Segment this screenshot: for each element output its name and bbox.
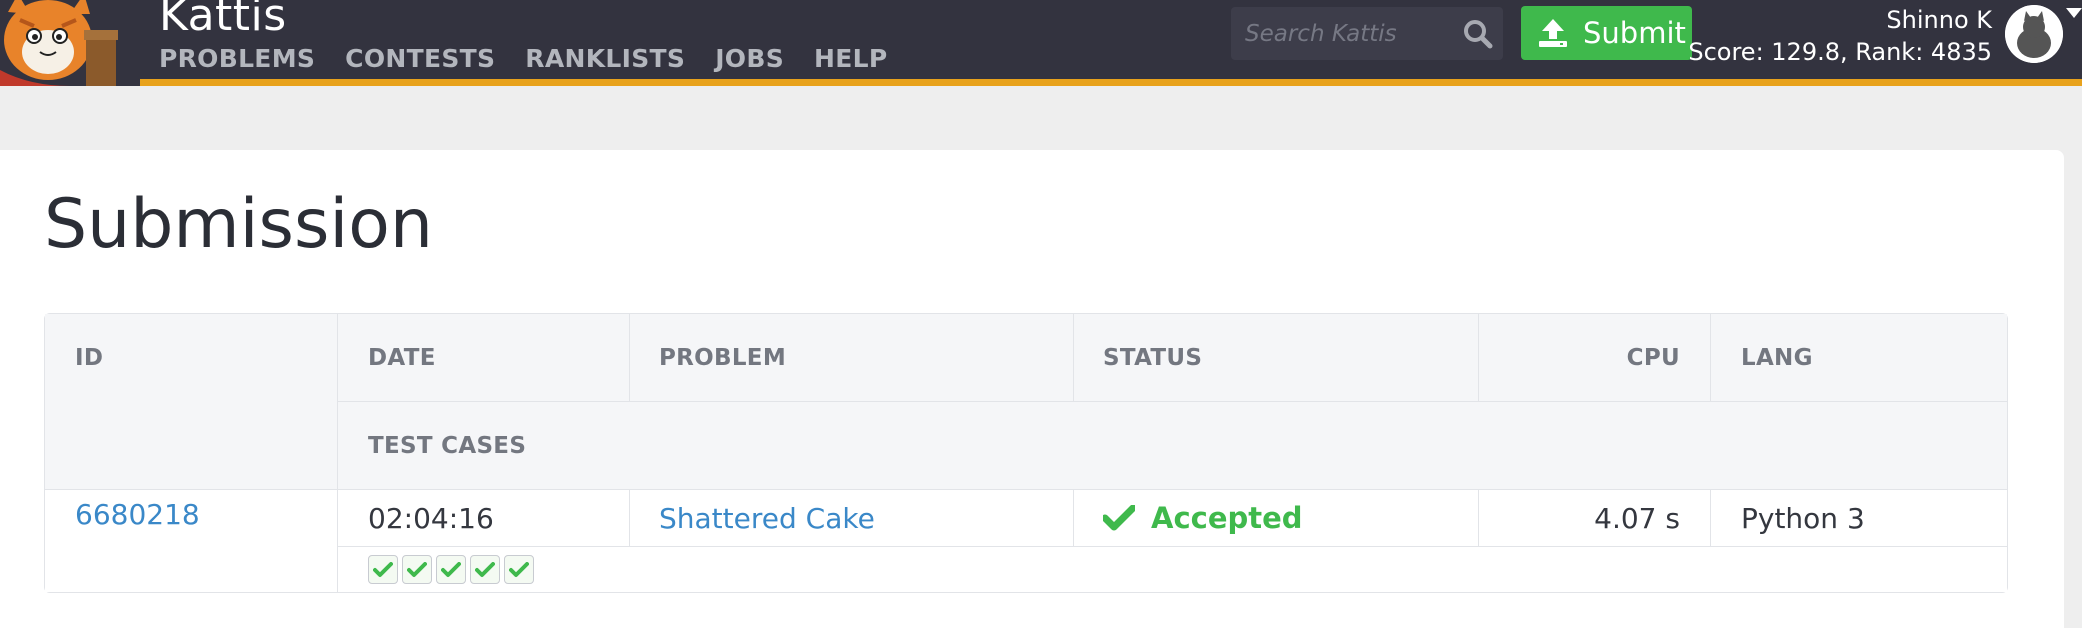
divider [629, 314, 630, 402]
divider [337, 401, 2007, 402]
nav-problems[interactable]: PROBLEMS [159, 42, 315, 76]
nav-jobs[interactable]: JOBS [715, 42, 784, 76]
user-info[interactable]: Shinno K Score: 129.8, Rank: 4835 [1688, 4, 1992, 68]
test-case-passed[interactable] [436, 555, 466, 584]
header-status: STATUS [1074, 314, 1478, 401]
header-cpu: CPU [1479, 314, 1710, 401]
nav-help[interactable]: HELP [814, 42, 887, 76]
cell-test-cases [338, 547, 2007, 592]
main-nav: PROBLEMS CONTESTS RANKLISTS JOBS HELP [159, 42, 917, 76]
header-lang: LANG [1711, 314, 2007, 401]
nav-contests[interactable]: CONTESTS [345, 42, 495, 76]
check-icon [1103, 505, 1135, 531]
status-label: Accepted [1151, 501, 1303, 535]
avatar[interactable] [2005, 5, 2063, 63]
top-navbar: Kattis PROBLEMS CONTESTS RANKLISTS JOBS … [0, 0, 2082, 86]
divider [45, 489, 2007, 490]
divider [1478, 314, 1479, 402]
problem-link[interactable]: Shattered Cake [659, 502, 875, 535]
cell-problem: Shattered Cake [630, 490, 1073, 546]
user-avatar-icon [2005, 5, 2063, 63]
header-id-label: ID [75, 345, 104, 371]
check-icon [509, 561, 529, 577]
cell-cpu: 4.07 s [1479, 490, 1710, 546]
search-input[interactable] [1231, 7, 1451, 60]
submit-button[interactable]: Submit [1521, 6, 1692, 60]
header-test-cases: TEST CASES [338, 402, 2007, 489]
test-case-passed[interactable] [470, 555, 500, 584]
divider [337, 314, 338, 592]
divider [629, 490, 630, 546]
divider [337, 546, 2007, 547]
user-name: Shinno K [1886, 6, 1992, 34]
page-title: Submission [44, 185, 434, 264]
user-score-rank: Score: 129.8, Rank: 4835 [1688, 38, 1992, 66]
header-date: DATE [338, 314, 629, 401]
submit-button-label: Submit [1583, 16, 1686, 50]
divider [1710, 314, 1711, 402]
test-case-passed[interactable] [368, 555, 398, 584]
test-case-passed[interactable] [504, 555, 534, 584]
upload-icon [1539, 19, 1567, 47]
check-icon [407, 561, 427, 577]
cell-lang: Python 3 [1711, 490, 2007, 546]
divider [1478, 490, 1479, 546]
search-icon[interactable] [1461, 17, 1495, 51]
user-menu-caret-icon[interactable] [2066, 8, 2082, 18]
search-box [1231, 7, 1503, 60]
kattis-logo-icon[interactable] [0, 0, 140, 86]
divider [1073, 314, 1074, 402]
cell-date: 02:04:16 [338, 490, 629, 546]
header-problem: PROBLEM [630, 314, 1073, 401]
cell-status: Accepted [1074, 490, 1478, 546]
submission-table: ID DATE PROBLEM STATUS CPU LANG TEST CAS… [44, 313, 2008, 593]
check-icon [475, 561, 495, 577]
submission-id-link[interactable]: 6680218 [75, 498, 200, 531]
brand-title[interactable]: Kattis [159, 0, 287, 41]
nav-ranklists[interactable]: RANKLISTS [525, 42, 685, 76]
divider [1073, 490, 1074, 546]
check-icon [441, 561, 461, 577]
divider [1710, 490, 1711, 546]
check-icon [373, 561, 393, 577]
header-id: ID [45, 314, 337, 489]
cell-id: 6680218 [45, 490, 337, 592]
test-case-passed[interactable] [402, 555, 432, 584]
status-badge: Accepted [1103, 501, 1303, 535]
